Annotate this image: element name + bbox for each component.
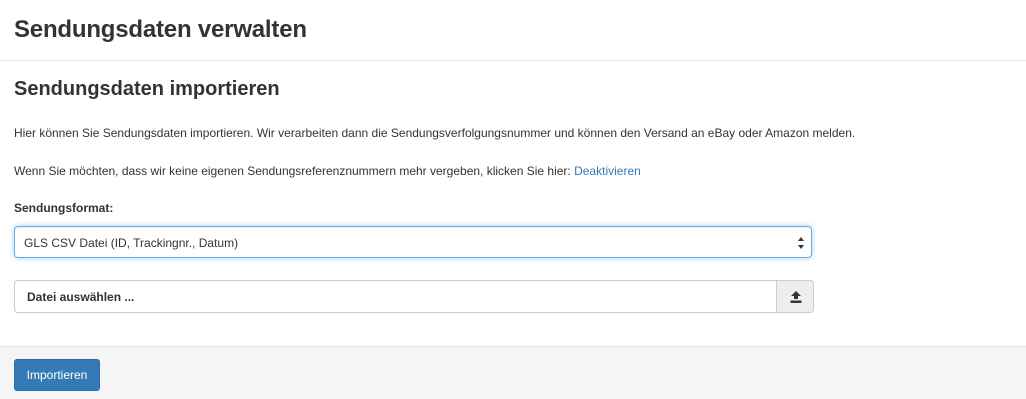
section-title: Sendungsdaten importieren — [14, 78, 280, 100]
intro-text: Hier können Sie Sendungsdaten importiere… — [14, 126, 856, 140]
deactivate-text: Wenn Sie möchten, dass wir keine eigenen… — [14, 164, 571, 178]
format-select-value: GLS CSV Datei (ID, Trackingnr., Datum) — [24, 236, 239, 250]
file-placeholder: Datei auswählen ... — [27, 290, 135, 304]
deactivate-link[interactable]: Deaktivieren — [574, 164, 641, 178]
page-title: Sendungsdaten verwalten — [14, 16, 307, 43]
upload-icon — [790, 291, 802, 303]
file-input[interactable]: Datei auswählen ... — [14, 280, 777, 313]
upload-button[interactable] — [776, 280, 814, 313]
format-label: Sendungsformat: — [14, 201, 114, 215]
deactivate-paragraph: Wenn Sie möchten, dass wir keine eigenen… — [14, 163, 641, 179]
format-select[interactable]: GLS CSV Datei (ID, Trackingnr., Datum) — [14, 226, 812, 258]
import-button[interactable]: Importieren — [14, 359, 100, 391]
form-footer: Importieren — [0, 346, 1026, 399]
file-input-group: Datei auswählen ... — [14, 280, 814, 313]
title-divider — [0, 60, 1026, 61]
select-arrows-icon — [798, 237, 804, 249]
